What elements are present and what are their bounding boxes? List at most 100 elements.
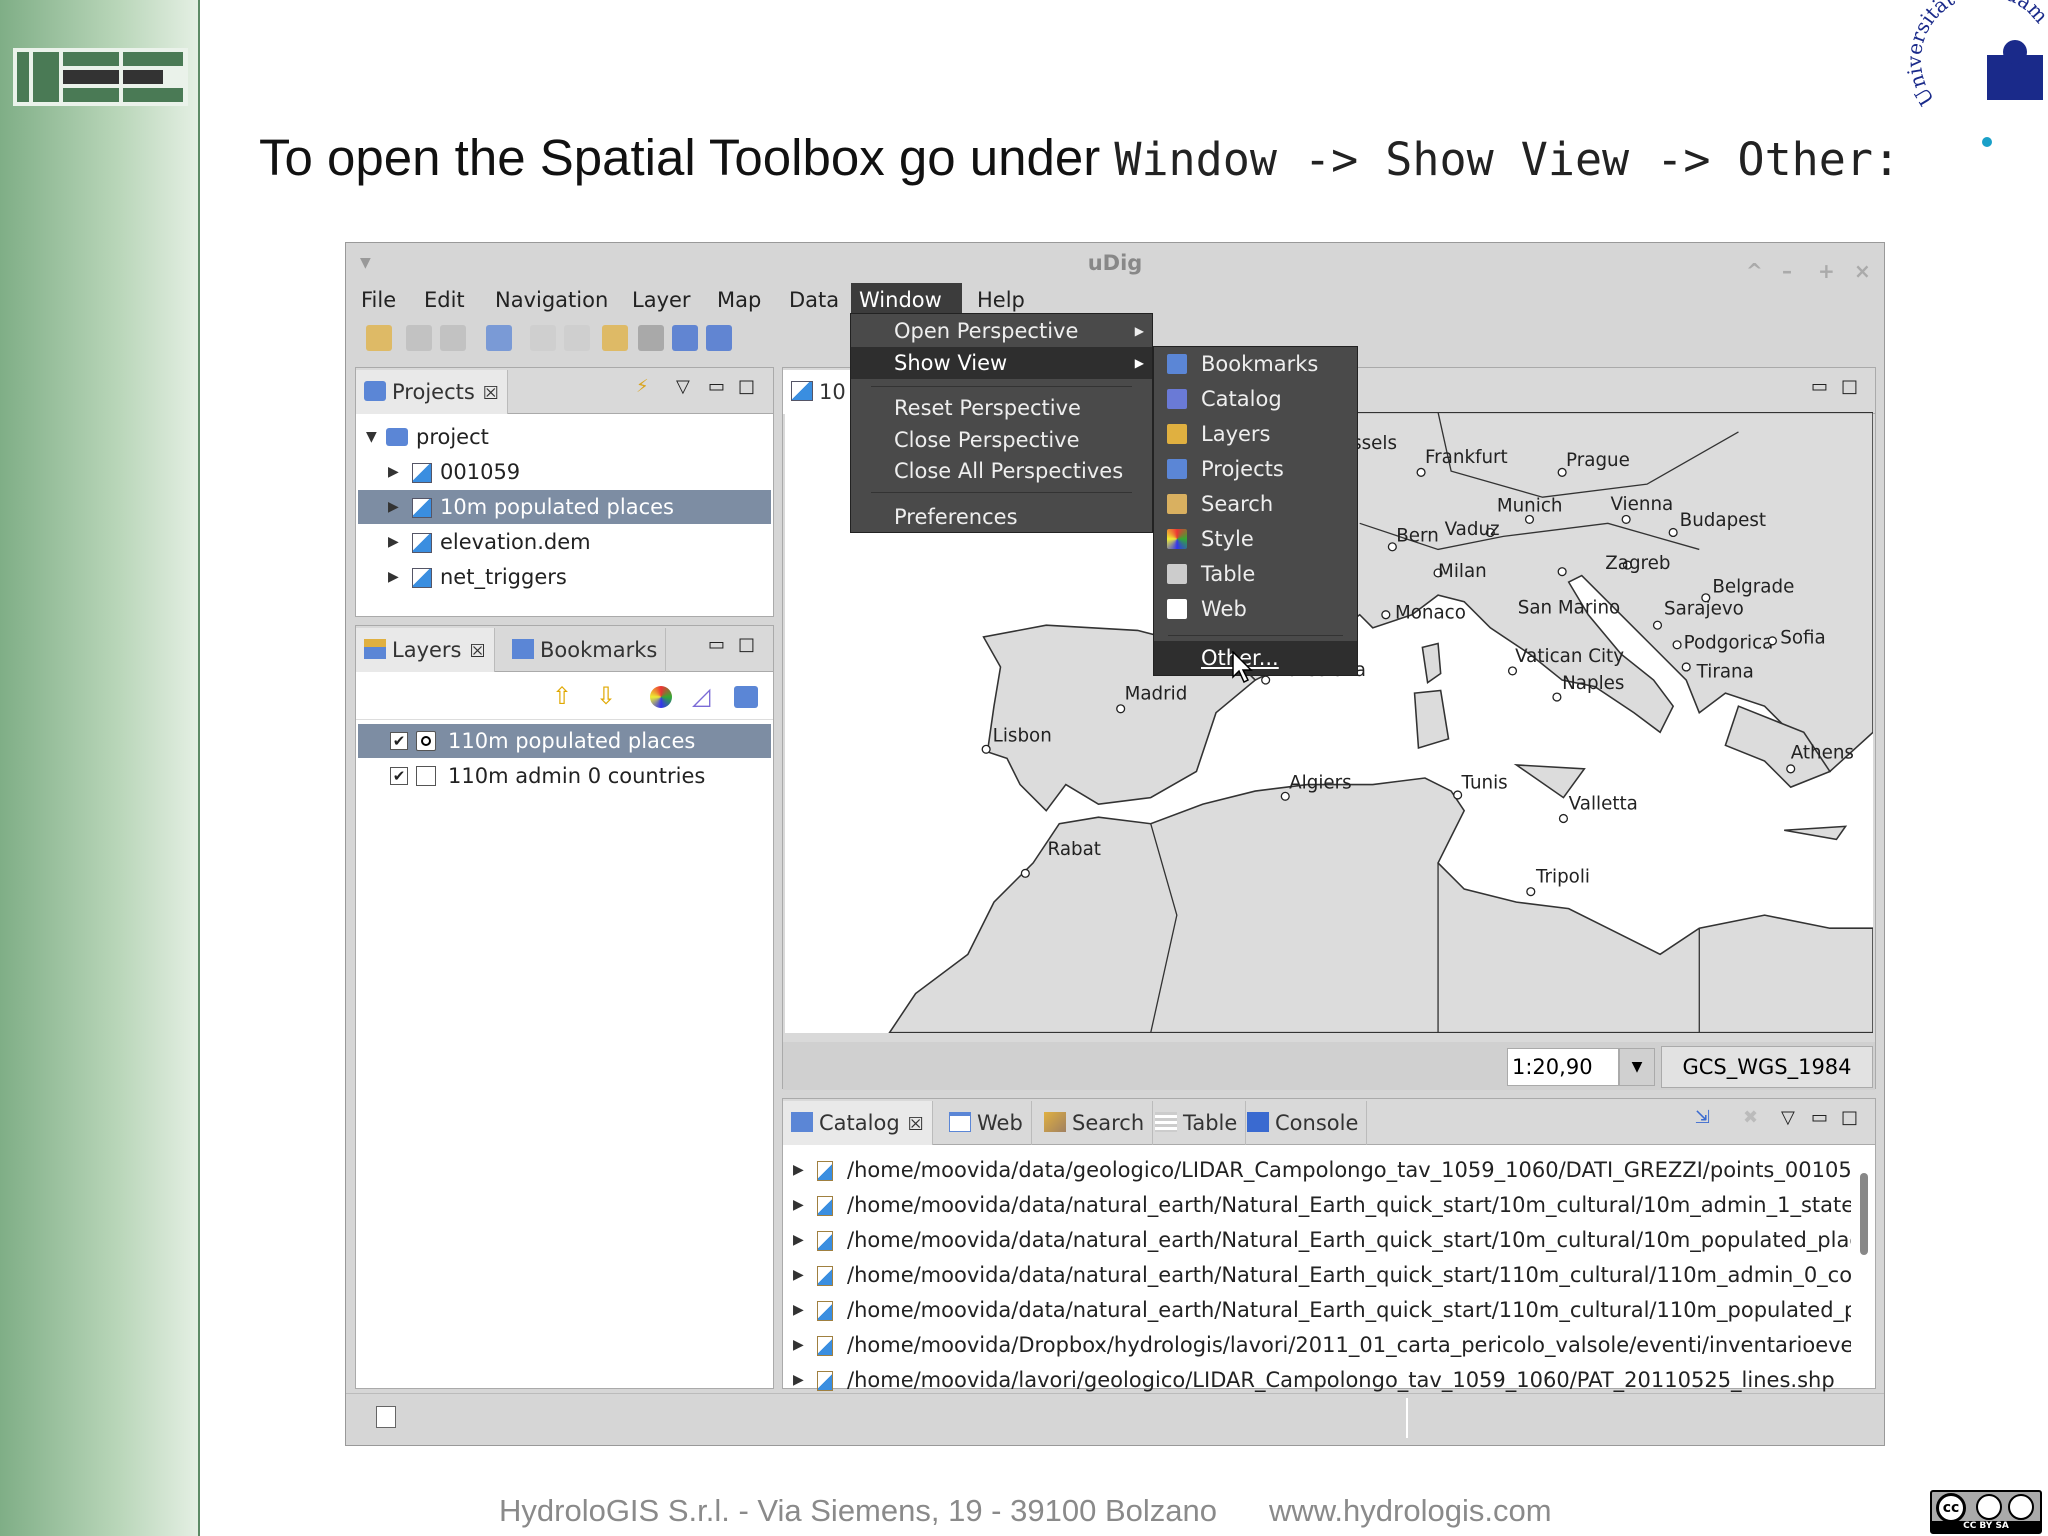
- minimize-icon[interactable]: ▭: [1811, 376, 1828, 397]
- expand-icon[interactable]: ▶: [388, 455, 399, 489]
- tab-search[interactable]: Search: [1036, 1101, 1154, 1145]
- footer-url[interactable]: www.hydrologis.com: [1269, 1493, 1552, 1528]
- layer-item[interactable]: ✔ 110m populated places: [358, 724, 771, 758]
- layer-checkbox[interactable]: ✔: [390, 732, 408, 750]
- menu-window[interactable]: Window: [851, 283, 962, 317]
- window-menu-icon[interactable]: ▼: [360, 243, 371, 283]
- catalog-item[interactable]: ▶ /home/moovida/data/geologico/LIDAR_Camp…: [785, 1153, 1851, 1188]
- catalog-panel: Catalog ☒ Web Search Table Console ⇲ ✖ ▽ …: [782, 1098, 1876, 1392]
- city-label: Podgorica: [1684, 633, 1774, 654]
- scale-input[interactable]: 1:20,90: [1507, 1048, 1619, 1086]
- view-menu-icon[interactable]: ▽: [676, 376, 690, 397]
- tree-item[interactable]: ▶ 001059: [358, 455, 771, 489]
- menu-navigation[interactable]: Navigation: [487, 283, 616, 317]
- minimize-icon[interactable]: ▭: [708, 376, 725, 397]
- forward-icon[interactable]: [564, 325, 590, 351]
- menu-layer[interactable]: Layer: [624, 283, 699, 317]
- catalog-item[interactable]: ▶ /home/moovida/data/natural_earth/Natura…: [785, 1223, 1851, 1258]
- tab-table[interactable]: Table: [1147, 1101, 1247, 1145]
- scale-dropdown-icon[interactable]: ▼: [1619, 1048, 1655, 1086]
- tab-web[interactable]: Web: [941, 1101, 1032, 1145]
- expand-icon[interactable]: ▶: [793, 1328, 804, 1363]
- close-icon[interactable]: ☒: [483, 383, 499, 404]
- layer-item[interactable]: ✔ 110m admin 0 countries: [358, 759, 771, 793]
- expand-icon[interactable]: ▶: [793, 1223, 804, 1258]
- menu-item-search[interactable]: Search: [1154, 487, 1357, 521]
- tree-item[interactable]: ▶ elevation.dem: [358, 525, 771, 559]
- scrollbar-thumb[interactable]: [1860, 1173, 1868, 1255]
- catalog-item[interactable]: ▶ /home/moovida/Dropbox/hydrologis/lavori…: [785, 1328, 1851, 1363]
- menu-help[interactable]: Help: [969, 283, 1033, 317]
- tree-root-project[interactable]: ▼ project: [358, 420, 771, 454]
- catalog-item[interactable]: ▶ /home/moovida/data/natural_earth/Natura…: [785, 1188, 1851, 1223]
- expand-icon[interactable]: ▶: [388, 560, 399, 594]
- expand-icon[interactable]: ▶: [793, 1188, 804, 1223]
- tab-console[interactable]: Console: [1239, 1101, 1368, 1145]
- menu-item-reset-perspective[interactable]: Reset Perspective: [851, 392, 1152, 424]
- layer-checkbox[interactable]: ✔: [390, 767, 408, 785]
- menu-item-style[interactable]: Style: [1154, 522, 1357, 556]
- catalog-item[interactable]: ▶ /home/moovida/data/natural_earth/Natura…: [785, 1293, 1851, 1328]
- expand-icon[interactable]: ▶: [793, 1258, 804, 1293]
- menu-data[interactable]: Data: [781, 283, 847, 317]
- maximize-icon[interactable]: □: [1841, 376, 1858, 397]
- crs-button[interactable]: GCS_WGS_1984: [1661, 1046, 1873, 1088]
- maximize-icon[interactable]: □: [738, 634, 755, 655]
- refresh-icon[interactable]: [602, 325, 628, 351]
- stop-icon[interactable]: [638, 325, 664, 351]
- view-menu-icon[interactable]: ▽: [1781, 1107, 1795, 1128]
- new-icon[interactable]: [366, 325, 392, 351]
- expand-icon[interactable]: ▶: [388, 490, 399, 524]
- properties-icon[interactable]: [734, 686, 758, 708]
- remove-icon[interactable]: ✖: [1743, 1107, 1758, 1128]
- zoom-in-icon[interactable]: [706, 325, 732, 351]
- menu-item-table[interactable]: Table: [1154, 557, 1357, 591]
- move-up-icon[interactable]: ⇧: [552, 682, 572, 710]
- menu-item-close-perspective[interactable]: Close Perspective: [851, 424, 1152, 456]
- tab-layers[interactable]: Layers ☒: [356, 628, 495, 672]
- expand-icon[interactable]: ▶: [793, 1153, 804, 1188]
- catalog-scrollbar[interactable]: [1857, 1151, 1871, 1385]
- catalog-item[interactable]: ▶ /home/moovida/data/natural_earth/Natura…: [785, 1258, 1851, 1293]
- menu-item-bookmarks[interactable]: Bookmarks: [1154, 347, 1357, 381]
- menu-map[interactable]: Map: [709, 283, 769, 317]
- minimize-icon[interactable]: ▭: [708, 634, 725, 655]
- expand-icon[interactable]: ▶: [793, 1293, 804, 1328]
- menu-item-layers[interactable]: Layers: [1154, 417, 1357, 451]
- save-icon[interactable]: [406, 325, 432, 351]
- new-map-icon[interactable]: [486, 325, 512, 351]
- tab-catalog[interactable]: Catalog ☒: [783, 1101, 933, 1145]
- new-item-icon[interactable]: [376, 1406, 396, 1428]
- tab-bookmarks[interactable]: Bookmarks: [504, 628, 667, 672]
- back-icon[interactable]: [530, 325, 556, 351]
- tree-item[interactable]: ▶ 10m populated places: [358, 490, 771, 524]
- tab-map[interactable]: 10: [783, 370, 855, 414]
- expand-icon[interactable]: ▼: [366, 420, 377, 454]
- menu-item-projects[interactable]: Projects: [1154, 452, 1357, 486]
- link-icon[interactable]: ⚡: [636, 376, 649, 397]
- menu-item-close-all-perspectives[interactable]: Close All Perspectives: [851, 455, 1152, 487]
- move-down-icon[interactable]: ⇩: [596, 682, 616, 710]
- minimize-icon[interactable]: ▭: [1811, 1107, 1828, 1128]
- maximize-icon[interactable]: □: [738, 376, 755, 397]
- style-icon[interactable]: [650, 686, 672, 708]
- maximize-icon[interactable]: □: [1841, 1107, 1858, 1128]
- zoom-extent-icon[interactable]: [672, 325, 698, 351]
- save-all-icon[interactable]: [440, 325, 466, 351]
- menu-item-show-view[interactable]: Show View ▶: [851, 347, 1152, 379]
- menu-file[interactable]: File: [353, 283, 404, 317]
- tab-projects[interactable]: Projects ☒: [356, 370, 508, 414]
- menu-item-label: Show View: [894, 351, 1008, 375]
- menu-item-catalog[interactable]: Catalog: [1154, 382, 1357, 416]
- menu-item-preferences[interactable]: Preferences: [851, 501, 1152, 533]
- close-icon[interactable]: ☒: [908, 1114, 924, 1135]
- menu-item-open-perspective[interactable]: Open Perspective ▶: [851, 315, 1152, 347]
- close-icon[interactable]: ☒: [470, 641, 486, 662]
- edit-geometry-icon[interactable]: ◿: [692, 682, 710, 710]
- menu-edit[interactable]: Edit: [416, 283, 473, 317]
- tree-item[interactable]: ▶ net_triggers: [358, 560, 771, 594]
- menu-item-other[interactable]: Other...: [1154, 641, 1357, 675]
- menu-item-web[interactable]: Web: [1154, 592, 1357, 626]
- expand-icon[interactable]: ▶: [388, 525, 399, 559]
- import-icon[interactable]: ⇲: [1695, 1107, 1710, 1128]
